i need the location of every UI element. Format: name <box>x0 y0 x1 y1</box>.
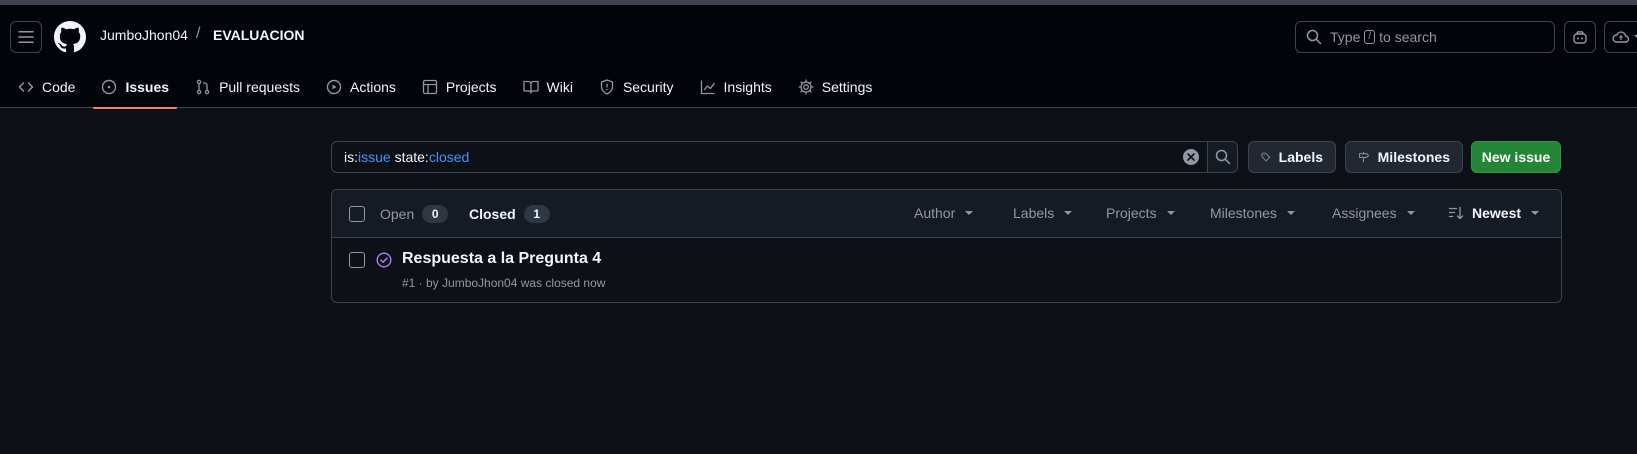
labels-button-label: Labels <box>1278 149 1323 165</box>
milestones-button[interactable]: Milestones <box>1345 141 1463 173</box>
closed-count-badge: 1 <box>523 205 550 223</box>
tab-label: Wiki <box>546 79 573 95</box>
global-search-input[interactable]: Type / to search <box>1295 21 1555 53</box>
search-prefix: Type <box>1330 29 1361 45</box>
sort-desc-icon <box>1448 206 1464 220</box>
chevron-down-icon <box>1166 211 1175 215</box>
milestone-icon <box>1358 151 1370 163</box>
git-pull-request-icon <box>196 79 210 95</box>
github-logo-icon[interactable] <box>54 21 86 53</box>
tab-label: Actions <box>350 79 396 95</box>
chevron-down-icon <box>965 211 974 215</box>
issue-closed-icon <box>376 252 392 268</box>
tab-security[interactable]: Security <box>591 67 682 107</box>
issues-list: Open 0 Closed 1 Author Labels Projects M… <box>331 189 1562 303</box>
assignees-filter-dropdown[interactable]: Assignees <box>1332 205 1415 221</box>
copilot-button[interactable] <box>1564 21 1596 53</box>
hamburger-icon <box>18 30 34 44</box>
breadcrumb-separator: / <box>196 25 201 42</box>
issue-title-link[interactable]: Respuesta a la Pregunta 4 <box>402 250 601 268</box>
milestones-filter-dropdown[interactable]: Milestones <box>1210 205 1295 221</box>
issue-opened-icon <box>102 79 117 95</box>
tab-pull-requests[interactable]: Pull requests <box>187 67 308 107</box>
book-icon <box>522 80 539 94</box>
sort-dropdown[interactable]: Newest <box>1448 205 1540 221</box>
labels-filter-dropdown[interactable]: Labels <box>1013 205 1073 221</box>
dropdown-label: Labels <box>1013 205 1055 221</box>
tab-projects[interactable]: Projects <box>414 67 505 107</box>
tab-label: Settings <box>821 79 873 95</box>
author-filter-dropdown[interactable]: Author <box>914 205 974 221</box>
breadcrumb-owner[interactable]: JumboJhon04 <box>100 27 188 43</box>
tab-label: Issues <box>125 79 170 95</box>
dropdown-label: Author <box>914 205 956 221</box>
tag-icon <box>1261 152 1271 162</box>
table-icon <box>422 79 438 95</box>
issues-filter-input[interactable]: is: issue state: closed <box>331 141 1208 173</box>
chevron-down-icon <box>1286 211 1295 215</box>
breadcrumb-repo[interactable]: EVALUACION <box>213 27 305 43</box>
issues-list-header: Open 0 Closed 1 Author Labels Projects M… <box>332 190 1561 238</box>
milestones-button-label: Milestones <box>1377 149 1450 165</box>
closed-issues-tab[interactable]: Closed 1 <box>469 205 550 223</box>
tab-actions[interactable]: Actions <box>318 67 404 107</box>
repo-header: JumboJhon04 / EVALUACION Type / to searc… <box>0 5 1637 109</box>
tab-label: Pull requests <box>219 79 300 95</box>
select-all-checkbox[interactable] <box>349 206 365 222</box>
issue-row[interactable]: Respuesta a la Pregunta 4 #1 · by JumboJ… <box>332 238 1561 302</box>
tab-issues[interactable]: Issues <box>93 67 177 109</box>
open-issues-tab[interactable]: Open 0 <box>380 205 449 223</box>
tab-label: Code <box>42 79 76 95</box>
shield-icon <box>600 79 614 95</box>
search-icon <box>1215 149 1230 165</box>
open-count-badge: 0 <box>422 205 449 223</box>
chevron-down-icon <box>1531 211 1540 215</box>
tab-code[interactable]: Code <box>10 67 83 107</box>
new-issue-button-label: New issue <box>1481 149 1551 165</box>
filter-key-is: is: <box>344 149 358 165</box>
new-issue-button[interactable]: New issue <box>1471 141 1561 173</box>
search-suffix: to search <box>1379 29 1437 45</box>
issue-checkbox[interactable] <box>349 252 365 268</box>
search-icon <box>1306 29 1322 45</box>
gear-icon <box>798 79 814 95</box>
chevron-down-icon <box>1064 211 1073 215</box>
tab-wiki[interactable]: Wiki <box>515 67 581 107</box>
clear-filter-icon[interactable] <box>1183 149 1199 165</box>
tab-label: Projects <box>445 79 497 95</box>
play-icon <box>326 79 342 95</box>
menu-button[interactable] <box>10 21 42 53</box>
tab-insights[interactable]: Insights <box>692 67 780 107</box>
filter-key-state: state: <box>390 149 429 165</box>
labels-button[interactable]: Labels <box>1248 141 1336 173</box>
sort-label: Newest <box>1472 205 1522 221</box>
open-label: Open <box>380 206 415 222</box>
closed-label: Closed <box>469 206 516 222</box>
tab-label: Insights <box>723 79 772 95</box>
tab-settings[interactable]: Settings <box>790 67 881 107</box>
copilot-icon <box>1573 31 1587 44</box>
dropdown-label: Projects <box>1106 205 1157 221</box>
issue-meta: #1 · by JumboJhon04 was closed now <box>402 276 606 290</box>
cloud-icon <box>1612 31 1630 43</box>
codespaces-button[interactable] <box>1604 21 1637 53</box>
dropdown-label: Milestones <box>1210 205 1277 221</box>
chevron-down-icon <box>1406 211 1415 215</box>
repo-tabs: Code Issues Pull requests Actions Projec… <box>0 67 881 109</box>
projects-filter-dropdown[interactable]: Projects <box>1106 205 1175 221</box>
dropdown-label: Assignees <box>1332 205 1397 221</box>
filter-value-closed: closed <box>428 149 470 165</box>
graph-icon <box>700 80 715 95</box>
filter-search-button[interactable] <box>1207 141 1238 173</box>
tab-label: Security <box>622 79 674 95</box>
filter-value-issue: issue <box>358 149 391 165</box>
search-shortcut-key: / <box>1364 30 1376 44</box>
code-icon <box>18 82 34 92</box>
